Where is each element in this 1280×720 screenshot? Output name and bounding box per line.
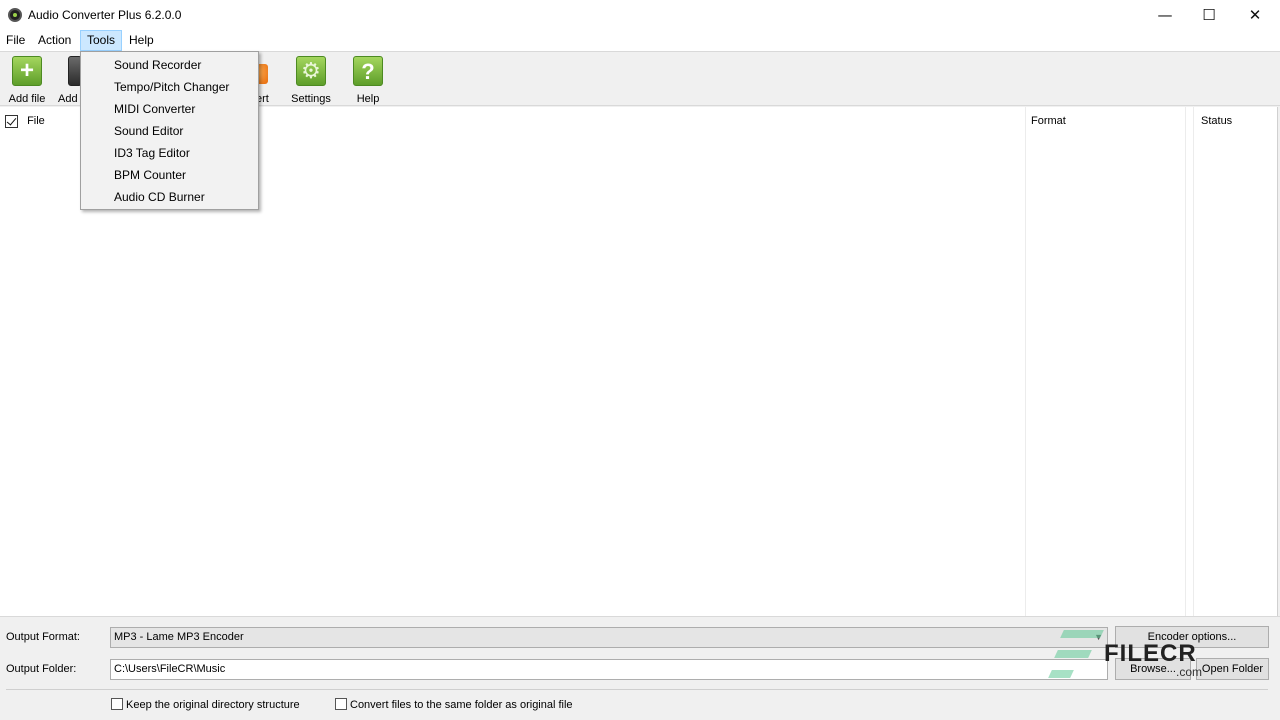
column-status[interactable]: Status	[1201, 107, 1232, 135]
column-file-label: File	[27, 115, 45, 127]
tools-dropdown-menu: Sound Recorder Tempo/Pitch Changer MIDI …	[80, 51, 259, 210]
menu-action[interactable]: Action	[32, 30, 77, 51]
menu-item-audio-cd-burner[interactable]: Audio CD Burner	[81, 186, 258, 208]
output-folder-input[interactable]: C:\Users\FileCR\Music	[110, 659, 1108, 680]
keep-structure-option[interactable]: Keep the original directory structure	[111, 698, 300, 711]
menu-tools[interactable]: Tools	[80, 30, 123, 51]
filecr-watermark: FILECR .com	[1048, 628, 1202, 682]
column-format[interactable]: Format	[1031, 107, 1066, 135]
menu-bar: File Action Tools Help	[0, 30, 1280, 51]
watermark-text: FILECR	[1104, 640, 1197, 667]
watermark-bar	[1060, 630, 1104, 638]
menu-item-sound-recorder[interactable]: Sound Recorder	[81, 54, 258, 76]
output-format-label: Output Format:	[6, 631, 80, 643]
menu-item-tempo-pitch-changer[interactable]: Tempo/Pitch Changer	[81, 76, 258, 98]
menu-item-id3-tag-editor[interactable]: ID3 Tag Editor	[81, 142, 258, 164]
column-divider[interactable]	[1185, 107, 1186, 616]
settings-label: Settings	[291, 93, 331, 105]
add-file-button[interactable]: + Add file	[7, 56, 47, 105]
add-file-icon: +	[12, 56, 42, 86]
open-folder-button[interactable]: Open Folder	[1196, 658, 1269, 680]
output-format-value: MP3 - Lame MP3 Encoder	[114, 631, 244, 643]
add-file-label: Add file	[8, 93, 46, 105]
keep-structure-label: Keep the original directory structure	[126, 699, 300, 711]
output-folder-label: Output Folder:	[6, 663, 77, 675]
divider	[6, 689, 1268, 690]
maximize-button[interactable]: ☐	[1186, 0, 1232, 30]
column-file[interactable]: File	[5, 107, 45, 135]
menu-item-bpm-counter[interactable]: BPM Counter	[81, 164, 258, 186]
help-button[interactable]: ? Help	[352, 56, 384, 105]
menu-item-midi-converter[interactable]: MIDI Converter	[81, 98, 258, 120]
keep-structure-checkbox[interactable]	[111, 698, 123, 710]
watermark-bar	[1054, 650, 1092, 658]
minimize-button[interactable]: —	[1142, 0, 1188, 30]
watermark-bar	[1048, 670, 1074, 678]
menu-file[interactable]: File	[0, 30, 31, 51]
column-divider[interactable]	[1193, 107, 1194, 616]
close-button[interactable]: ✕	[1232, 0, 1278, 30]
window-title: Audio Converter Plus 6.2.0.0	[28, 8, 182, 22]
title-bar: Audio Converter Plus 6.2.0.0 — ☐ ✕	[0, 0, 1280, 30]
help-label: Help	[356, 93, 380, 105]
select-all-checkbox[interactable]	[5, 114, 18, 128]
settings-button[interactable]: ⚙ Settings	[290, 56, 332, 105]
watermark-sub: .com	[1176, 665, 1203, 679]
question-icon: ?	[353, 56, 383, 86]
same-folder-option[interactable]: Convert files to the same folder as orig…	[335, 698, 573, 711]
column-divider[interactable]	[1025, 107, 1026, 616]
app-icon	[8, 8, 22, 22]
add-folder-button[interactable]: Add	[56, 56, 82, 105]
menu-help[interactable]: Help	[123, 30, 160, 51]
output-format-select[interactable]: MP3 - Lame MP3 Encoder ▼	[110, 627, 1108, 648]
add-folder-label: Add	[58, 93, 78, 105]
menu-item-sound-editor[interactable]: Sound Editor	[81, 120, 258, 142]
same-folder-checkbox[interactable]	[335, 698, 347, 710]
gear-icon: ⚙	[296, 56, 326, 86]
same-folder-label: Convert files to the same folder as orig…	[350, 699, 573, 711]
